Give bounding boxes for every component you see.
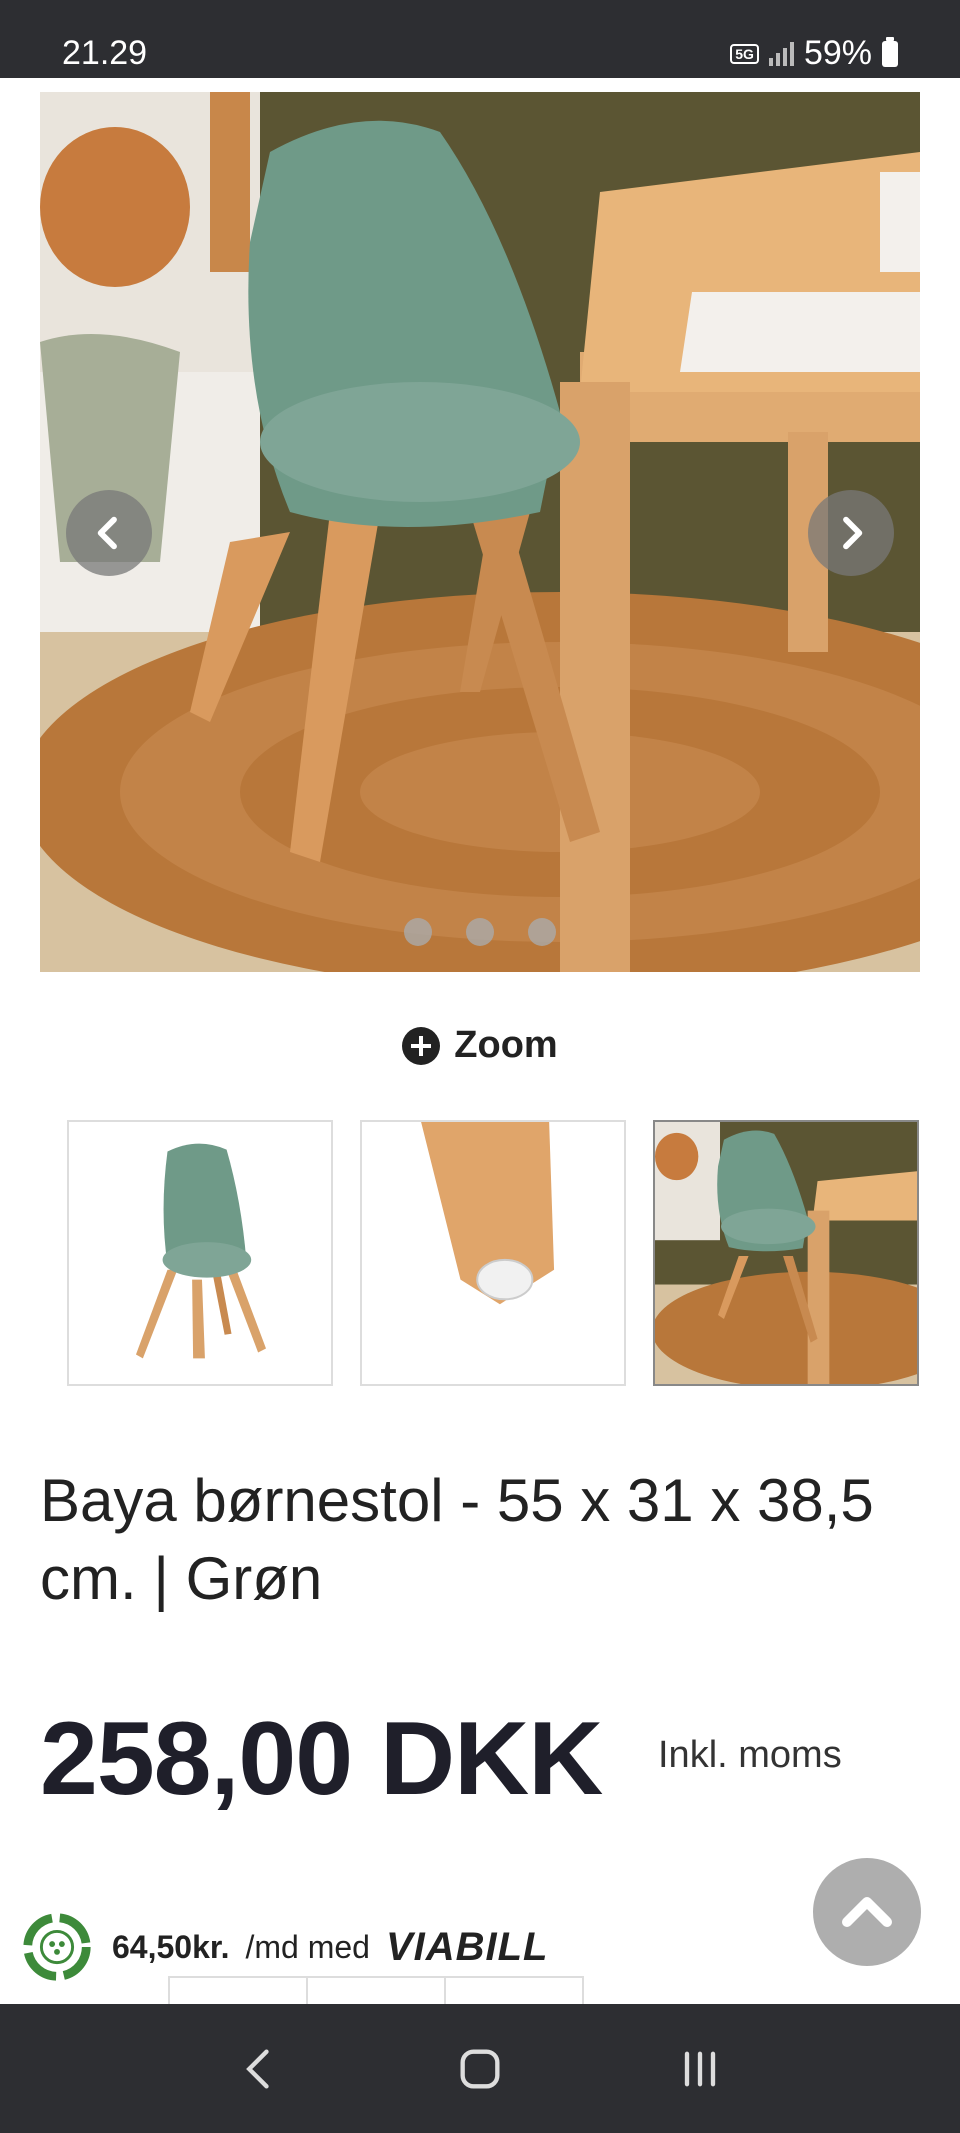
battery-percentage: 59% bbox=[803, 34, 872, 72]
zoom-label: Zoom bbox=[454, 1024, 558, 1066]
status-time: 21.29 bbox=[62, 34, 148, 72]
status-right: 5G 59% bbox=[730, 34, 898, 73]
quantity-decrease[interactable] bbox=[170, 1978, 308, 2006]
product-photo bbox=[40, 92, 920, 972]
product-image-main[interactable] bbox=[40, 92, 920, 972]
thumbnail-scene[interactable] bbox=[653, 1120, 919, 1386]
thumbnail-leg-detail[interactable] bbox=[360, 1120, 626, 1386]
plus-circle-icon bbox=[402, 1026, 441, 1065]
signal-icon bbox=[768, 41, 794, 66]
slide-indicators bbox=[40, 918, 920, 946]
status-bar: 21.29 5G 59% bbox=[0, 0, 960, 78]
thumbnail-leg-image bbox=[362, 1122, 624, 1384]
quantity-value[interactable] bbox=[308, 1978, 446, 2006]
viabill-logo: VIABILL bbox=[385, 1924, 549, 1969]
thumbnail-strip bbox=[67, 1120, 920, 1386]
viabill-suffix: /md med bbox=[245, 1928, 370, 1965]
next-image-button[interactable] bbox=[808, 490, 894, 576]
viabill-amount: 64,50kr. bbox=[112, 1928, 230, 1965]
product-price: 258,00 DKK bbox=[40, 1701, 603, 1817]
quantity-selector[interactable] bbox=[168, 1976, 584, 2006]
vat-note: Inkl. moms bbox=[658, 1734, 842, 1776]
slide-dot[interactable] bbox=[404, 918, 432, 946]
recycle-icon bbox=[23, 1913, 91, 1981]
product-title: Baya børnestol - 55 x 31 x 38,5 cm. | Gr… bbox=[40, 1467, 874, 1612]
viabill-financing[interactable]: 64,50kr. /md med VIABILL bbox=[18, 1908, 548, 1986]
battery-icon bbox=[882, 36, 898, 67]
network-icon: 5G bbox=[730, 43, 759, 64]
slide-dot[interactable] bbox=[466, 918, 494, 946]
nav-home-button[interactable] bbox=[450, 2039, 510, 2099]
chevron-right-icon bbox=[843, 516, 863, 550]
nav-back-button[interactable] bbox=[230, 2039, 290, 2099]
recents-icon bbox=[684, 2051, 716, 2086]
home-icon bbox=[460, 2049, 500, 2088]
system-navigation-bar bbox=[0, 2004, 960, 2133]
thumbnail-chair-image bbox=[69, 1122, 331, 1384]
zoom-button[interactable]: Zoom bbox=[0, 1024, 960, 1067]
scroll-to-top-button[interactable] bbox=[813, 1858, 921, 1966]
previous-image-button[interactable] bbox=[66, 490, 152, 576]
nav-recents-button[interactable] bbox=[670, 2039, 730, 2099]
back-icon bbox=[246, 2049, 269, 2088]
chevron-up-icon bbox=[842, 1897, 892, 1927]
slide-dot[interactable] bbox=[528, 918, 556, 946]
thumbnail-chair[interactable] bbox=[67, 1120, 333, 1386]
thumbnail-scene-image bbox=[655, 1122, 917, 1384]
chevron-left-icon bbox=[97, 516, 117, 550]
quantity-increase[interactable] bbox=[446, 1978, 582, 2006]
